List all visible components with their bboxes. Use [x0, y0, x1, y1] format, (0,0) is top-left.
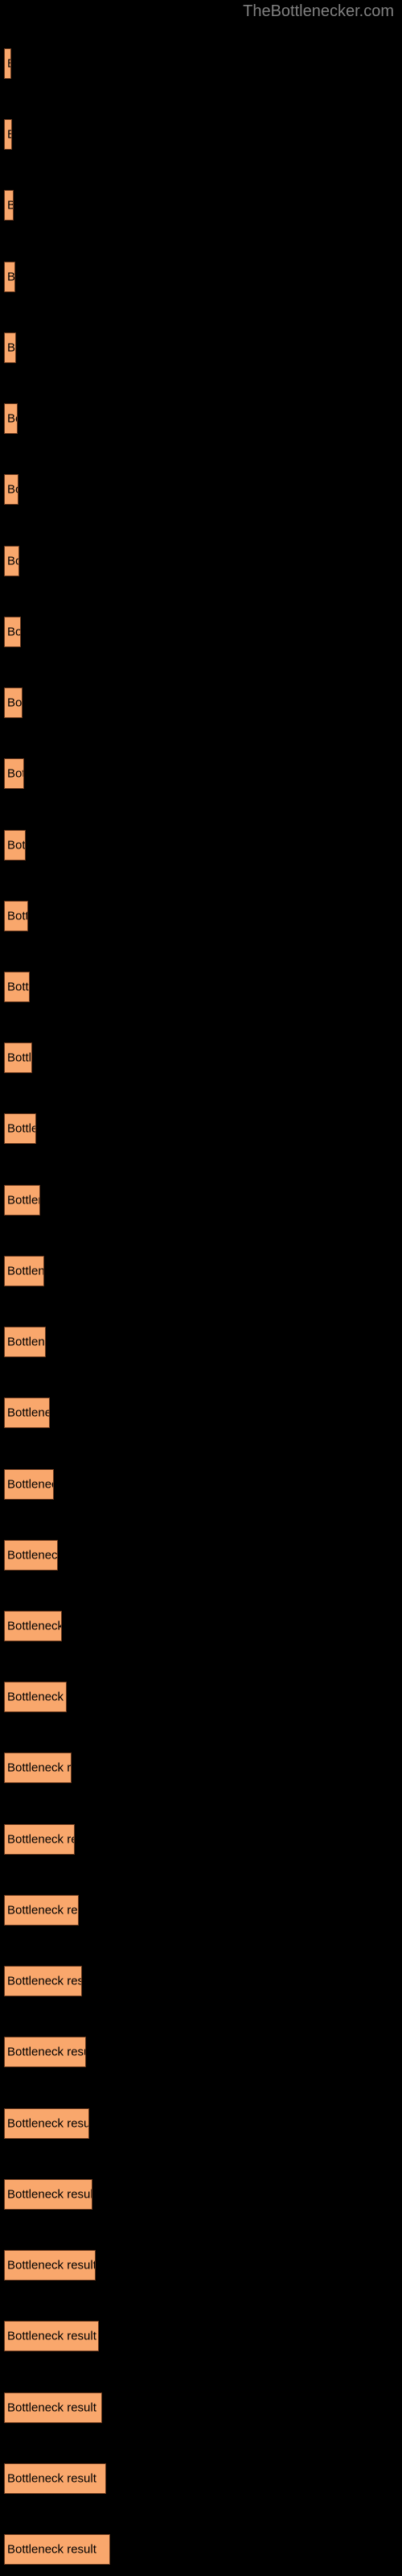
bar-label: Bottleneck result: [7, 554, 18, 568]
bar-label: Bottleneck result: [7, 766, 23, 781]
bar-label: Bottleneck result: [7, 1548, 58, 1563]
bar-label: Bottleneck result: [7, 2401, 96, 2415]
bar-item: Bottleneck result: [4, 1824, 75, 1855]
bar-item: Bottleneck result: [4, 2463, 106, 2494]
bar-item: Bottleneck result: [4, 1752, 72, 1783]
bar-label: Bottleneck result: [7, 1193, 39, 1208]
bar-item: Bottleneck result: [4, 830, 26, 861]
bar-item: Bottleneck result: [4, 2321, 99, 2351]
bar-label: Bottleneck result: [7, 1406, 49, 1420]
bar-label: Bottleneck result: [7, 128, 11, 142]
bar-item: Bottleneck result: [4, 687, 23, 718]
bar-label: Bottleneck result: [7, 1690, 66, 1704]
bar-label: Bottleneck result: [7, 57, 10, 71]
bar-item: Bottleneck result: [4, 1397, 50, 1428]
bar-item: Bottleneck result: [4, 972, 30, 1002]
bar-item: Bottleneck result: [4, 474, 18, 505]
bar-label: Bottleneck result: [7, 270, 15, 284]
bar-label: Bottleneck result: [7, 341, 16, 355]
bar-item: Bottleneck result: [4, 1895, 79, 1926]
bar-label: Bottleneck result: [7, 2258, 96, 2273]
bar-label: Bottleneck result: [7, 2187, 92, 2202]
bar-label: Bottleneck result: [7, 838, 26, 852]
bar-label: Bottleneck result: [7, 909, 27, 923]
bar-label: Bottleneck result: [7, 1832, 74, 1847]
bar-item: Bottleneck result: [4, 403, 18, 434]
bar-item: Bottleneck result: [4, 1113, 36, 1144]
bar-label: Bottleneck result: [7, 980, 30, 994]
bar-label: Bottleneck result: [7, 411, 17, 426]
bar-label: Bottleneck result: [7, 1264, 44, 1278]
bar-label: Bottleneck result: [7, 2329, 96, 2343]
bar-label: Bottleneck result: [7, 1619, 62, 1633]
bar-label: Bottleneck result: [7, 2471, 96, 2486]
bar-item: Bottleneck result: [4, 1611, 62, 1641]
bar-item: Bottleneck result: [4, 1540, 58, 1571]
bar-label: Bottleneck result: [7, 1974, 82, 1988]
bar-label: Bottleneck result: [7, 199, 13, 213]
bar-item: Bottleneck result: [4, 48, 11, 79]
bar-item: Bottleneck result: [4, 1682, 67, 1712]
bar-item: Bottleneck result: [4, 1327, 46, 1357]
bar-label: Bottleneck result: [7, 1121, 35, 1136]
bar-label: Bottleneck result: [7, 1903, 78, 1918]
bar-item: Bottleneck result: [4, 2037, 86, 2067]
bar-item: Bottleneck result: [4, 332, 16, 363]
bar-label: Bottleneck result: [7, 2116, 89, 2131]
bar-label: Bottleneck result: [7, 696, 23, 710]
bar-item: Bottleneck result: [4, 546, 19, 576]
bar-item: Bottleneck result: [4, 758, 24, 789]
bar-label: Bottleneck result: [7, 2542, 96, 2557]
bar-item: Bottleneck result: [4, 901, 28, 931]
bar-item: Bottleneck result: [4, 2534, 110, 2565]
bar-item: Bottleneck result: [4, 2392, 102, 2423]
bar-label: Bottleneck result: [7, 1335, 45, 1349]
bar-item: Bottleneck result: [4, 617, 21, 647]
bar-item: Bottleneck result: [4, 2250, 96, 2281]
bar-label: Bottleneck result: [7, 2045, 85, 2059]
bar-label: Bottleneck result: [7, 482, 18, 497]
bar-item: Bottleneck result: [4, 1185, 40, 1216]
bar-item: Bottleneck result: [4, 1042, 32, 1073]
bar-item: Bottleneck result: [4, 1469, 54, 1500]
bar-label: Bottleneck result: [7, 625, 21, 639]
bar-label: Bottleneck result: [7, 1477, 53, 1492]
bar-item: Bottleneck result: [4, 119, 12, 150]
bar-item: Bottleneck result: [4, 262, 15, 292]
bar-item: Bottleneck result: [4, 1256, 44, 1286]
bar-label: Bottleneck result: [7, 1051, 32, 1065]
bar-item: Bottleneck result: [4, 2179, 92, 2210]
bar-item: Bottleneck result: [4, 2108, 89, 2139]
bar-item: Bottleneck result: [4, 190, 14, 221]
chart-canvas: TheBottlenecker.com Bottleneck resultBot…: [0, 0, 402, 2576]
bar-item: Bottleneck result: [4, 1966, 82, 1996]
bar-label: Bottleneck result: [7, 1761, 72, 1775]
bar-series: Bottleneck result Bottleneck result Bottle…: [0, 0, 402, 2576]
